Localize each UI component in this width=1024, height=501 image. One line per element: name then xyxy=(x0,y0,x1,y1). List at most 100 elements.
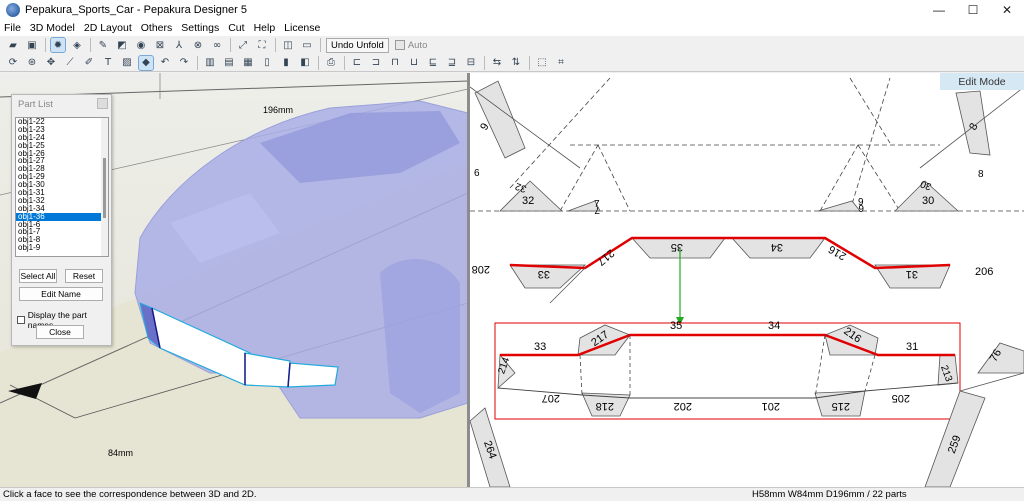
menu-settings[interactable]: Settings xyxy=(181,22,219,34)
single-view-icon[interactable]: ▭ xyxy=(300,38,314,52)
fold-lines xyxy=(470,77,1024,212)
selection-box[interactable] xyxy=(494,322,961,420)
grid-icon[interactable]: ▦ xyxy=(241,56,255,70)
edit-mode-indicator[interactable]: Edit Mode xyxy=(940,73,1024,90)
window-controls: — ☐ ✕ xyxy=(922,0,1024,20)
split-view-icon[interactable]: ◫ xyxy=(281,38,295,52)
menu-license[interactable]: License xyxy=(284,22,320,34)
open-icon[interactable]: ▰ xyxy=(6,38,20,52)
menu-help[interactable]: Help xyxy=(254,22,276,34)
align-center-icon[interactable]: ⊐ xyxy=(369,56,383,70)
pen-icon[interactable]: ✐ xyxy=(82,56,96,70)
toolbar-divider xyxy=(344,55,345,70)
maximize-button[interactable]: ☐ xyxy=(956,0,990,20)
align-left-icon[interactable]: ⊏ xyxy=(350,56,364,70)
menu-others[interactable]: Others xyxy=(141,22,173,34)
window-title: Pepakura_Sports_Car - Pepakura Designer … xyxy=(25,4,247,16)
distribute-icon[interactable]: ⊟ xyxy=(464,56,478,70)
select-all-button[interactable]: Select All xyxy=(19,269,57,283)
toolbar-divider xyxy=(318,55,319,70)
toolbar-divider xyxy=(484,55,485,70)
align-right-icon[interactable]: ⊓ xyxy=(388,56,402,70)
move-icon[interactable]: ✥ xyxy=(44,56,58,70)
cylinder-icon[interactable]: ◉ xyxy=(134,38,148,52)
minimize-button[interactable]: — xyxy=(922,0,956,20)
auto-checkbox-box[interactable] xyxy=(394,40,405,50)
select-box-icon[interactable]: ⬚ xyxy=(535,56,549,70)
cube-icon[interactable]: ◆ xyxy=(138,54,154,71)
image-icon[interactable]: ▨ xyxy=(120,56,134,70)
link-icon[interactable]: ∞ xyxy=(210,38,224,52)
join-icon[interactable]: ⊗ xyxy=(191,38,205,52)
light-bulb-icon[interactable]: ✹ xyxy=(50,37,66,53)
align-bottom-icon[interactable]: ⊒ xyxy=(445,56,459,70)
undo-icon[interactable]: ↶ xyxy=(158,56,172,70)
scale-icon[interactable]: ⊠ xyxy=(153,38,167,52)
toolbar-divider xyxy=(45,38,46,52)
text-icon[interactable]: T xyxy=(101,56,115,70)
wheel-arch[interactable] xyxy=(380,259,460,413)
part-list-box[interactable]: obj1-22 obj1-23 obj1-24 obj1-25 obj1-26 … xyxy=(15,117,109,257)
toolbar-divider xyxy=(275,38,276,52)
part-list-panel: Part List obj1-22 obj1-23 obj1-24 obj1-2… xyxy=(11,94,112,346)
toolbar-divider xyxy=(90,38,91,52)
label-32: 32 xyxy=(522,195,534,207)
page-setup-icon[interactable]: ◧ xyxy=(298,56,312,70)
toolbar-divider xyxy=(230,38,231,52)
flip-v-icon[interactable]: ⇅ xyxy=(509,56,523,70)
flip-h-icon[interactable]: ⇆ xyxy=(490,56,504,70)
label-6b: 6 xyxy=(858,202,864,213)
status-bar: Click a face to see the correspondence b… xyxy=(0,487,1024,501)
paint-icon[interactable]: ✎ xyxy=(96,38,110,52)
part-list-close-button[interactable]: Close xyxy=(36,325,84,339)
fit-icon[interactable]: ⤢ xyxy=(236,38,250,52)
label-34: 34 xyxy=(768,320,780,332)
align-top-icon[interactable]: ⊔ xyxy=(407,56,421,70)
highlight-edge-bottom xyxy=(500,333,955,357)
part-piece-9[interactable] xyxy=(474,80,526,159)
texture-icon[interactable]: ◩ xyxy=(115,38,129,52)
menu-cut[interactable]: Cut xyxy=(228,22,244,34)
unfold-icon[interactable]: ◈ xyxy=(70,38,84,52)
menu-file[interactable]: File xyxy=(4,22,21,34)
print-icon[interactable]: ⎙ xyxy=(324,56,338,70)
ruler-icon[interactable]: ⟋ xyxy=(63,56,77,70)
reset-button[interactable]: Reset xyxy=(65,269,103,283)
rotate-icon[interactable]: ⟳ xyxy=(6,56,20,70)
dim-depth-label: 84mm xyxy=(108,448,133,458)
outline-bottom xyxy=(497,382,959,399)
flap-9b[interactable] xyxy=(817,200,861,212)
close-button[interactable]: ✕ xyxy=(990,0,1024,20)
label-35: 35 xyxy=(670,320,682,332)
checkbox-box[interactable] xyxy=(17,316,25,324)
auto-label: Auto xyxy=(407,39,428,51)
zoom-fit-icon[interactable]: ⛶ xyxy=(255,38,269,52)
undo-unfold-button[interactable]: Undo Unfold xyxy=(326,37,389,53)
menu-2d-layout[interactable]: 2D Layout xyxy=(84,22,132,34)
book-icon[interactable]: ▥ xyxy=(203,56,217,70)
scrollbar-thumb[interactable] xyxy=(103,158,106,218)
list-item[interactable]: obj1-9 xyxy=(16,244,102,252)
align-middle-icon[interactable]: ⊑ xyxy=(426,56,440,70)
page-icon[interactable]: ▯ xyxy=(260,56,274,70)
label-205: 205 xyxy=(892,392,910,404)
spin-icon[interactable]: ⊛ xyxy=(25,56,39,70)
part-list-close-icon[interactable] xyxy=(97,98,108,109)
label-33: 33 xyxy=(534,341,546,353)
view-2d[interactable]: 9 8 6 8 32 32 7 7 9 6 30 30 33 35 34 31 … xyxy=(470,73,1024,487)
layout-2d-canvas[interactable]: 9 8 6 8 32 32 7 7 9 6 30 30 33 35 34 31 … xyxy=(470,73,1024,487)
auto-checkbox[interactable]: Auto xyxy=(394,39,428,51)
part-list-scrollbar[interactable] xyxy=(101,118,108,256)
headlight-face[interactable] xyxy=(287,362,339,388)
document-icon[interactable]: ▮ xyxy=(279,56,293,70)
snap-icon[interactable]: ⌗ xyxy=(554,56,568,70)
toolbar-divider xyxy=(529,55,530,70)
save-icon[interactable]: ▣ xyxy=(25,38,39,52)
edit-name-button[interactable]: Edit Name xyxy=(19,287,103,301)
axis-icon[interactable]: ⅄ xyxy=(172,38,186,52)
status-dimensions: H58mm W84mm D196mm / 22 parts xyxy=(752,489,907,500)
pages-icon[interactable]: ▤ xyxy=(222,56,236,70)
redo-icon[interactable]: ↷ xyxy=(177,56,191,70)
label-34-top: 34 xyxy=(771,241,783,253)
menu-3d-model[interactable]: 3D Model xyxy=(30,22,75,34)
